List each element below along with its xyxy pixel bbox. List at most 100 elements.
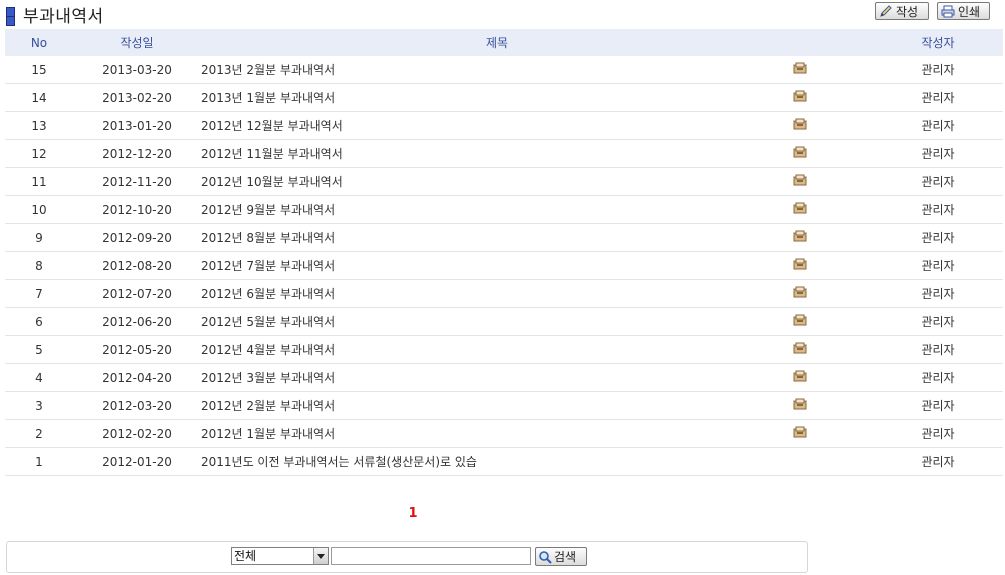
row-author: 관리자 xyxy=(873,223,1003,252)
row-title-link[interactable]: 2012년 10월분 부과내역서 xyxy=(201,167,793,196)
attachment-icon[interactable] xyxy=(793,230,807,245)
column-header-date[interactable]: 작성일 xyxy=(73,29,201,56)
row-date: 2012-09-20 xyxy=(73,223,201,252)
row-title-link[interactable]: 2011년도 이전 부과내역서는 서류철(생산문서)로 있습 xyxy=(201,447,793,476)
row-title-link[interactable]: 2012년 9월분 부과내역서 xyxy=(201,195,793,224)
table-row[interactable]: 8 2012-08-20 2012년 7월분 부과내역서 관리자 xyxy=(5,251,1003,280)
table-row[interactable]: 5 2012-05-20 2012년 4월분 부과내역서 관리자 xyxy=(5,335,1003,364)
attachment-icon[interactable] xyxy=(793,286,807,301)
table-row[interactable]: 10 2012-10-20 2012년 9월분 부과내역서 관리자 xyxy=(5,195,1003,224)
table-row[interactable]: 1 2012-01-20 2011년도 이전 부과내역서는 서류철(생산문서)로 있… xyxy=(5,447,1003,476)
table-row[interactable]: 3 2012-03-20 2012년 2월분 부과내역서 관리자 xyxy=(5,391,1003,420)
attachment-icon[interactable] xyxy=(793,90,807,105)
table-row[interactable]: 7 2012-07-20 2012년 6월분 부과내역서 관리자 xyxy=(5,279,1003,308)
write-button-label: 작성 xyxy=(896,4,919,19)
row-date: 2012-01-20 xyxy=(73,447,201,476)
row-date: 2012-10-20 xyxy=(73,195,201,224)
row-file-cell xyxy=(793,56,873,84)
attachment-icon[interactable] xyxy=(793,146,807,161)
row-title-link[interactable]: 2012년 4월분 부과내역서 xyxy=(201,335,793,364)
row-file-cell xyxy=(793,167,873,196)
search-bar: 전체 검색 xyxy=(6,541,808,573)
page-header: 부과내역서 작성 인쇄 xyxy=(0,0,1005,28)
attachment-icon[interactable] xyxy=(793,202,807,217)
attachment-icon[interactable] xyxy=(793,398,807,413)
table-row[interactable]: 6 2012-06-20 2012년 5월분 부과내역서 관리자 xyxy=(5,307,1003,336)
attachment-icon[interactable] xyxy=(793,62,807,77)
row-date: 2012-06-20 xyxy=(73,307,201,336)
table-row[interactable]: 9 2012-09-20 2012년 8월분 부과내역서 관리자 xyxy=(5,223,1003,252)
row-date: 2012-03-20 xyxy=(73,391,201,420)
row-author: 관리자 xyxy=(873,111,1003,140)
row-author: 관리자 xyxy=(873,335,1003,364)
attachment-icon[interactable] xyxy=(793,342,807,357)
row-file-cell xyxy=(793,223,873,252)
row-number: 3 xyxy=(5,391,73,420)
row-file-cell xyxy=(793,391,873,420)
row-author: 관리자 xyxy=(873,419,1003,448)
row-number: 12 xyxy=(5,139,73,168)
row-title-link[interactable]: 2012년 2월분 부과내역서 xyxy=(201,391,793,420)
row-author: 관리자 xyxy=(873,56,1003,84)
row-number: 6 xyxy=(5,307,73,336)
table-row[interactable]: 4 2012-04-20 2012년 3월분 부과내역서 관리자 xyxy=(5,363,1003,392)
row-date: 2013-02-20 xyxy=(73,83,201,112)
search-button[interactable]: 검색 xyxy=(535,547,587,566)
attachment-icon[interactable] xyxy=(793,174,807,189)
row-file-cell xyxy=(793,447,873,476)
column-header-title[interactable]: 제목 xyxy=(201,29,793,56)
table-row[interactable]: 11 2012-11-20 2012년 10월분 부과내역서 관리자 xyxy=(5,167,1003,196)
row-title-link[interactable]: 2012년 12월분 부과내역서 xyxy=(201,111,793,140)
row-file-cell xyxy=(793,279,873,308)
row-file-cell xyxy=(793,307,873,336)
row-number: 9 xyxy=(5,223,73,252)
row-number: 15 xyxy=(5,56,73,84)
row-date: 2012-08-20 xyxy=(73,251,201,280)
column-header-no[interactable]: No xyxy=(5,29,73,56)
row-title-link[interactable]: 2013년 1월분 부과내역서 xyxy=(201,83,793,112)
printer-icon xyxy=(941,5,955,17)
attachment-icon[interactable] xyxy=(793,258,807,273)
table-row[interactable]: 15 2013-03-20 2013년 2월분 부과내역서 관리자 xyxy=(5,56,1003,84)
row-date: 2012-12-20 xyxy=(73,139,201,168)
table-row[interactable]: 2 2012-02-20 2012년 1월분 부과내역서 관리자 xyxy=(5,419,1003,448)
row-date: 2012-05-20 xyxy=(73,335,201,364)
row-title-link[interactable]: 2012년 3월분 부과내역서 xyxy=(201,363,793,392)
row-title-link[interactable]: 2012년 8월분 부과내역서 xyxy=(201,223,793,252)
row-title-link[interactable]: 2012년 11월분 부과내역서 xyxy=(201,139,793,168)
table-row[interactable]: 12 2012-12-20 2012년 11월분 부과내역서 관리자 xyxy=(5,139,1003,168)
attachment-icon[interactable] xyxy=(793,426,807,441)
dropdown-arrow-icon[interactable] xyxy=(313,548,328,564)
row-title-link[interactable]: 2012년 7월분 부과내역서 xyxy=(201,251,793,280)
row-number: 4 xyxy=(5,363,73,392)
attachment-icon[interactable] xyxy=(793,314,807,329)
table-row[interactable]: 14 2013-02-20 2013년 1월분 부과내역서 관리자 xyxy=(5,83,1003,112)
search-keyword-input[interactable] xyxy=(331,547,531,565)
row-number: 14 xyxy=(5,83,73,112)
attachment-icon[interactable] xyxy=(793,370,807,385)
magnifier-icon xyxy=(539,550,552,564)
print-button[interactable]: 인쇄 xyxy=(937,2,990,20)
search-scope-select[interactable]: 전체 xyxy=(231,547,329,565)
row-date: 2013-03-20 xyxy=(73,56,201,84)
row-title-link[interactable]: 2012년 6월분 부과내역서 xyxy=(201,279,793,308)
row-author: 관리자 xyxy=(873,83,1003,112)
row-title-link[interactable]: 2012년 1월분 부과내역서 xyxy=(201,419,793,448)
row-title-link[interactable]: 2013년 2월분 부과내역서 xyxy=(201,56,793,84)
row-title-link[interactable]: 2012년 5월분 부과내역서 xyxy=(201,307,793,336)
row-author: 관리자 xyxy=(873,391,1003,420)
column-header-author[interactable]: 작성자 xyxy=(873,29,1003,56)
write-button[interactable]: 작성 xyxy=(875,2,929,20)
row-author: 관리자 xyxy=(873,139,1003,168)
row-file-cell xyxy=(793,419,873,448)
row-number: 8 xyxy=(5,251,73,280)
row-number: 11 xyxy=(5,167,73,196)
row-date: 2012-02-20 xyxy=(73,419,201,448)
pagination-current-page[interactable]: 1 xyxy=(405,506,421,521)
title-bullet-icon xyxy=(5,5,15,26)
table-row[interactable]: 13 2013-01-20 2012년 12월분 부과내역서 관리자 xyxy=(5,111,1003,140)
row-number: 2 xyxy=(5,419,73,448)
row-author: 관리자 xyxy=(873,167,1003,196)
attachment-icon[interactable] xyxy=(793,118,807,133)
title-area: 부과내역서 xyxy=(5,2,104,27)
